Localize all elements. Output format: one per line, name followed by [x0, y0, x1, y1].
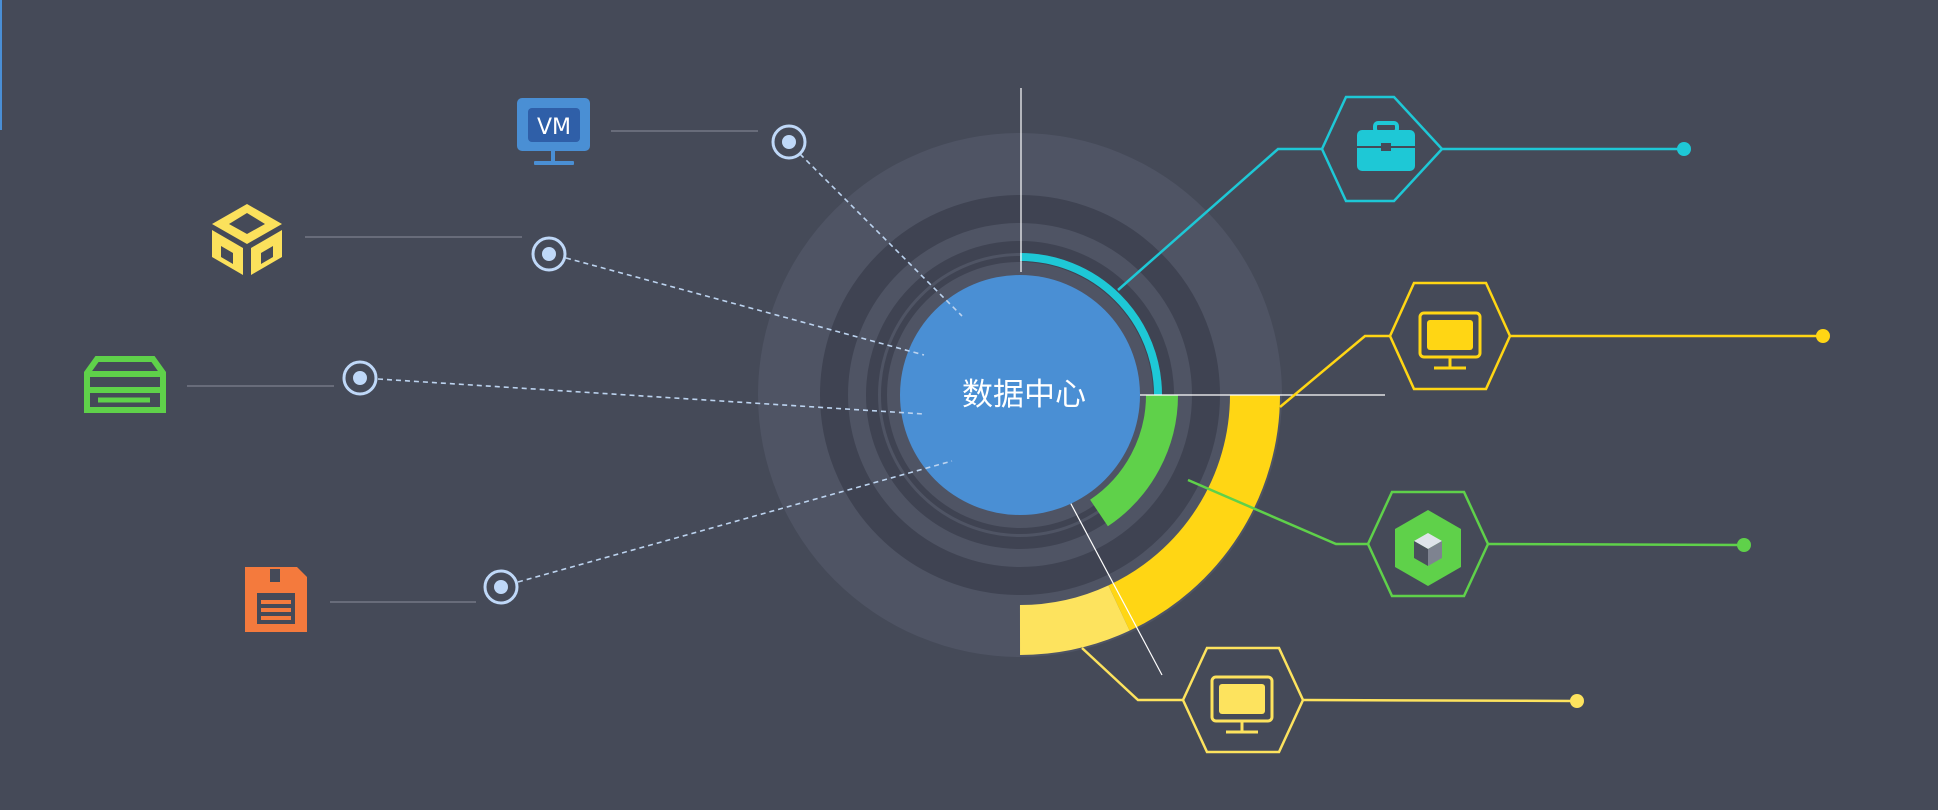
- tail-line-light-yellow: [1302, 698, 1578, 703]
- end-dot-light-yellow: [1570, 694, 1584, 708]
- connector-dot-server: [342, 360, 378, 396]
- end-dot-green: [1737, 538, 1751, 552]
- vm-label: VM: [537, 115, 571, 140]
- end-dot-yellow: [1816, 329, 1830, 343]
- arc-light-yellow: [1019, 585, 1130, 655]
- connector-line-yellow: [1279, 334, 1390, 408]
- end-dot-cyan: [1677, 142, 1691, 156]
- vm-monitor-icon: VM: [517, 98, 590, 165]
- connector-dot-floppy: [483, 569, 519, 605]
- center-label: 数据中心: [962, 377, 1086, 413]
- data-center-diagram: 数据中心 VM: [84, 88, 1830, 754]
- floppy-disk-icon: [245, 567, 307, 632]
- connector-dots: [342, 124, 807, 605]
- briefcase-icon: [1357, 121, 1415, 171]
- server-drawer-icon: [84, 356, 166, 413]
- connector-dot-vm: [771, 124, 807, 160]
- cube-blocks-icon: [212, 204, 282, 275]
- right-node-monitor-yellow: [1279, 281, 1830, 408]
- tail-line-green: [1487, 542, 1745, 547]
- right-node-box: [1187, 478, 1751, 598]
- connector-line-light-yellow: [1081, 647, 1183, 702]
- connector-dot-blocks: [531, 236, 567, 272]
- right-node-monitor-light: [1081, 646, 1584, 754]
- icon-lines: [187, 130, 758, 603]
